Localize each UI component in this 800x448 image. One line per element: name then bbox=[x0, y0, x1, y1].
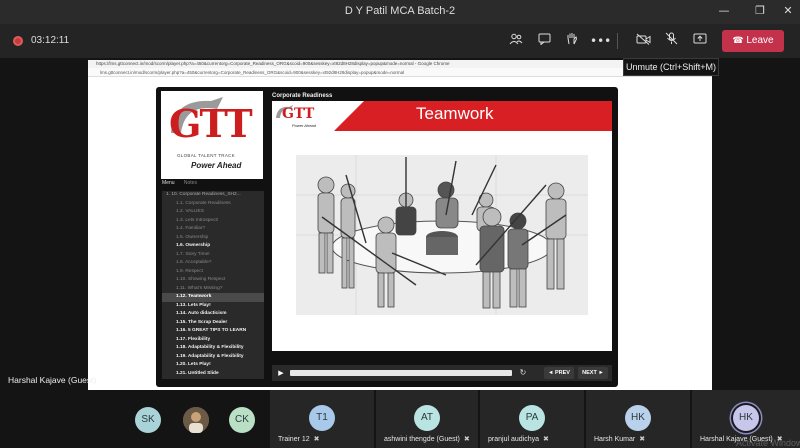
participant-tile[interactable]: CK bbox=[228, 390, 256, 448]
participant-name-label: Trainer 12 bbox=[278, 436, 310, 443]
menu-item[interactable]: 1.3. Lets Introspect! bbox=[162, 217, 264, 226]
menu-item[interactable]: 1.4. Familiar? bbox=[162, 225, 264, 234]
activate-windows-watermark: Activate Windows bbox=[736, 438, 800, 448]
raise-hand-icon[interactable] bbox=[562, 32, 582, 50]
participant-tile[interactable]: T1 Trainer 12 ✖ bbox=[270, 390, 374, 448]
slide-title: Teamwork bbox=[416, 104, 494, 123]
sharer-name: Harshal Kajave (Guest) bbox=[8, 375, 97, 385]
menu-item[interactable]: 1.14. Auto didacticism bbox=[162, 310, 264, 319]
menu-item[interactable]: 1.2. VALUES bbox=[162, 208, 264, 217]
seek-bar[interactable] bbox=[290, 370, 512, 376]
tab-notes[interactable]: Notes bbox=[184, 180, 197, 186]
tab-menu[interactable]: Menu bbox=[162, 180, 175, 186]
menu-item[interactable]: 1.5. Ownership bbox=[162, 234, 264, 243]
participant-tile[interactable]: PA pranjul audichya ✖ bbox=[480, 390, 584, 448]
menu-item[interactable]: 1.10. Showing Respect bbox=[162, 276, 264, 285]
menu-item[interactable]: 1.19. Adaptability & Flexibility bbox=[162, 353, 264, 362]
avatar: SK bbox=[135, 407, 161, 433]
menu-item[interactable]: 1.9. Respect bbox=[162, 268, 264, 277]
player-controls: ▶ ↻ ◄ PREV NEXT ► bbox=[272, 365, 612, 381]
prev-button[interactable]: ◄ PREV bbox=[544, 367, 574, 379]
slide-content: GTT Power Ahead Teamwork bbox=[272, 101, 612, 351]
menu-item[interactable]: 1.21. Untitled Slide bbox=[162, 370, 264, 379]
avatar: CK bbox=[229, 407, 255, 433]
recording-indicator-icon bbox=[13, 36, 23, 46]
restore-icon[interactable]: ❐ bbox=[752, 4, 768, 18]
toolbar-divider bbox=[617, 33, 618, 49]
people-icon[interactable] bbox=[506, 32, 526, 50]
banner-logo-tagline: Power Ahead bbox=[292, 123, 316, 128]
menu-item[interactable]: 1.7. Story Time! bbox=[162, 251, 264, 260]
recording-time: 03:12:11 bbox=[31, 35, 70, 46]
banner-logo: GTT Power Ahead bbox=[272, 101, 334, 131]
menu-item[interactable]: 1.20. Lets Play! bbox=[162, 361, 264, 370]
avatar: T1 bbox=[309, 405, 335, 431]
play-icon[interactable]: ▶ bbox=[276, 368, 286, 378]
participant-tile[interactable]: SK bbox=[134, 390, 162, 448]
meeting-toolbar: 03:12:11 ••• ☎ Leave bbox=[0, 24, 800, 58]
avatar: HK bbox=[733, 405, 759, 431]
logo-subtitle: GLOBAL TALENT TRACK bbox=[177, 153, 235, 158]
slide-header: Corporate Readiness bbox=[272, 93, 333, 99]
window-titlebar: D Y Patil MCA Batch-2 — ❐ ✕ bbox=[0, 0, 800, 24]
course-menu-list: 1. 10. Corporate Readiness_SH2... 1.1. Co… bbox=[162, 191, 264, 379]
menu-item[interactable]: 1.12. Teamwork bbox=[162, 293, 264, 302]
participant-name: pranjul audichya ✖ bbox=[488, 435, 549, 443]
participant-tile[interactable]: HK Harsh Kumar ✖ bbox=[586, 390, 690, 448]
unmute-tooltip: Unmute (Ctrl+Shift+M) bbox=[623, 58, 719, 76]
minimize-icon[interactable]: — bbox=[716, 4, 732, 18]
browser-window-title: https://lms.gttconnect.in/mod/scorm/play… bbox=[88, 60, 712, 68]
slide-banner: GTT Power Ahead Teamwork bbox=[272, 101, 612, 131]
close-icon[interactable]: ✕ bbox=[780, 4, 796, 18]
avatar bbox=[183, 407, 209, 433]
scorm-player: GTT GLOBAL TALENT TRACK Power Ahead Menu… bbox=[156, 87, 618, 387]
menu-item[interactable]: 1. 10. Corporate Readiness_SH2... bbox=[162, 191, 264, 200]
banner-logo-text: GTT bbox=[282, 106, 315, 122]
menu-item[interactable]: 1.15. The Scrap Dealer bbox=[162, 319, 264, 328]
browser-content: GTT GLOBAL TALENT TRACK Power Ahead Menu… bbox=[88, 77, 712, 390]
shared-browser-window: https://lms.gttconnect.in/mod/scorm/play… bbox=[88, 60, 712, 390]
menu-item[interactable]: 1.11. What's Missing? bbox=[162, 285, 264, 294]
camera-off-icon[interactable] bbox=[633, 32, 653, 50]
mic-off-icon: ✖ bbox=[639, 435, 646, 443]
participant-name: ashwini thengde (Guest) ✖ bbox=[384, 435, 470, 443]
menu-item[interactable]: 1.6. Ownership bbox=[162, 242, 264, 251]
leave-label: Leave bbox=[746, 35, 774, 46]
teamwork-illustration bbox=[296, 155, 588, 315]
avatar: PA bbox=[519, 405, 545, 431]
avatar: AT bbox=[414, 405, 440, 431]
window-title: D Y Patil MCA Batch-2 bbox=[344, 5, 456, 17]
mic-off-icon: ✖ bbox=[542, 435, 549, 443]
menu-item[interactable]: 1.8. Acceptable? bbox=[162, 259, 264, 268]
mic-off-icon[interactable] bbox=[661, 32, 681, 50]
mic-off-icon: ✖ bbox=[313, 435, 320, 443]
menu-item[interactable]: 1.18. Adaptability & Flexibility bbox=[162, 344, 264, 353]
replay-icon[interactable]: ↻ bbox=[518, 368, 528, 378]
more-icon[interactable]: ••• bbox=[590, 32, 611, 50]
logo-tagline: Power Ahead bbox=[191, 161, 242, 170]
browser-address-bar[interactable]: lms.gttconnect.in/mod/scorm/player.php?a… bbox=[88, 68, 712, 77]
chat-icon[interactable] bbox=[534, 32, 554, 50]
participant-name: Harsh Kumar ✖ bbox=[594, 435, 645, 443]
participant-name-label: ashwini thengde (Guest) bbox=[384, 436, 460, 443]
menu-item[interactable]: 1.16. 5 GREAT TIPS TO LEARN bbox=[162, 327, 264, 336]
next-button[interactable]: NEXT ► bbox=[578, 367, 608, 379]
participant-tray: SK CK T1 Trainer 12 ✖ AT ashwini thengde (Gues… bbox=[0, 390, 800, 448]
menu-item[interactable]: 1.17. Flexibility bbox=[162, 336, 264, 345]
menu-item[interactable]: 1.13. Lets Play! bbox=[162, 302, 264, 311]
logo-text: GTT bbox=[169, 101, 253, 146]
participant-tile[interactable]: AT ashwini thengde (Guest) ✖ bbox=[376, 390, 478, 448]
participant-name-label: Harsh Kumar bbox=[594, 436, 636, 443]
phone-icon: ☎ bbox=[732, 36, 744, 46]
menu-item[interactable]: 1.1. Corporate Readiness bbox=[162, 200, 264, 209]
participant-name: Trainer 12 ✖ bbox=[278, 435, 320, 443]
participant-tile[interactable] bbox=[182, 390, 210, 448]
menu-tabs: Menu Notes bbox=[162, 180, 266, 190]
participant-name-label: pranjul audichya bbox=[488, 436, 539, 443]
share-icon[interactable] bbox=[690, 32, 710, 50]
gtt-logo: GTT GLOBAL TALENT TRACK Power Ahead bbox=[161, 91, 263, 179]
mic-off-icon: ✖ bbox=[463, 435, 470, 443]
leave-button[interactable]: ☎ Leave bbox=[722, 30, 784, 52]
avatar: HK bbox=[625, 405, 651, 431]
